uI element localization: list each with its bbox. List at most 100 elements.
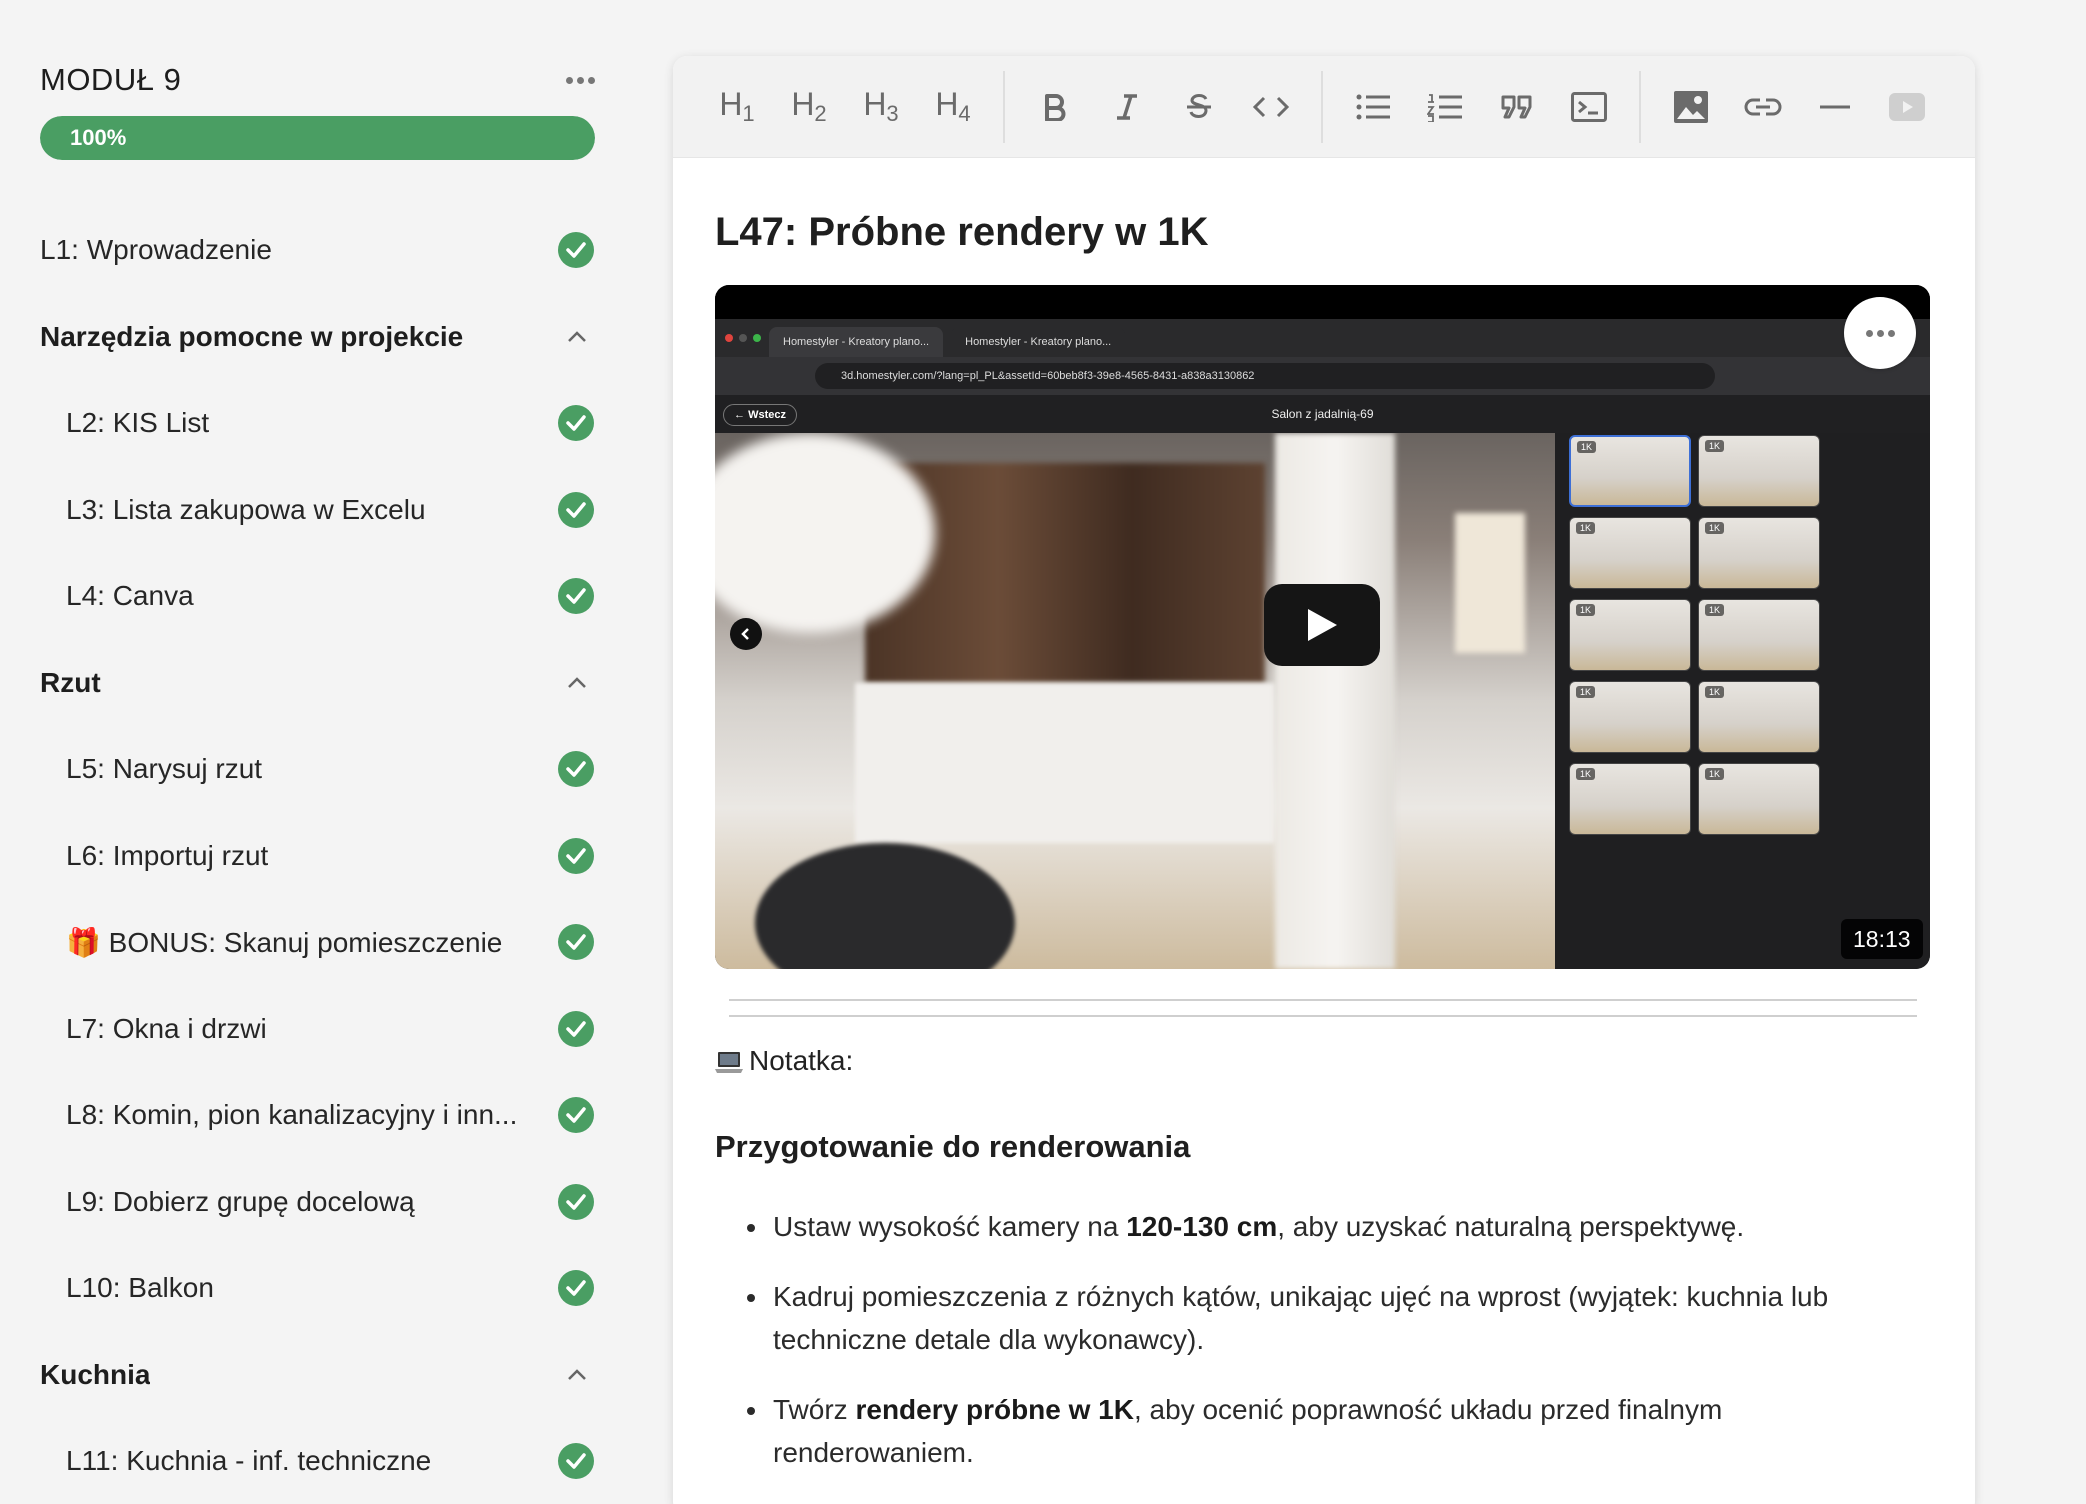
code-block-button[interactable] — [1553, 77, 1625, 137]
insert-video-button[interactable] — [1871, 77, 1943, 137]
bullet-text: , aby uzyskać naturalną perspektywę. — [1277, 1211, 1745, 1242]
check-circle-icon — [558, 1097, 594, 1134]
progress-label: 100% — [70, 125, 127, 150]
nav-lesson-item[interactable]: L10: Balkon — [40, 1245, 595, 1332]
editor-toolbar: H1 H2 H3 H4 — [673, 56, 1975, 158]
resolution-badge: 1K — [1705, 522, 1725, 534]
lesson-label: L4: Canva — [66, 580, 194, 612]
nav-section-header[interactable]: Narzędzia pomocne w projekcie — [40, 294, 595, 381]
render-thumbnail: 1K — [1569, 599, 1691, 671]
horizontal-rule-icon — [1820, 105, 1850, 108]
resolution-badge: 1K — [1705, 686, 1725, 698]
bold-button[interactable] — [1019, 77, 1091, 137]
resolution-badge: 1K — [1576, 604, 1596, 616]
lesson-editor: H1 H2 H3 H4 L47: Próbne rendery w 1K Hom… — [673, 56, 1975, 1504]
toolbar-divider — [1639, 70, 1641, 143]
resolution-badge: 1K — [1576, 522, 1596, 534]
video-browser-tabs: Homestyler - Kreatory plano... Homestyle… — [715, 319, 1930, 357]
nav-lesson-item[interactable]: L8: Komin, pion kanalizacyjny i inn... — [40, 1072, 595, 1159]
nav-lesson-item[interactable]: L2: KIS List — [40, 380, 595, 467]
bullet-item: Ustaw wysokość kamery na 120-130 cm, aby… — [747, 1205, 1887, 1248]
nav-lesson-item[interactable]: L5: Narysuj rzut — [40, 726, 595, 813]
nav-lesson-item[interactable]: L4: Canva — [40, 553, 595, 640]
render-thumbnail: 1K — [1569, 517, 1691, 589]
section-label: Narzędzia pomocne w projekcie — [40, 320, 464, 352]
insert-link-button[interactable] — [1727, 77, 1799, 137]
heading-1-button[interactable]: H1 — [701, 77, 773, 137]
video-play-button[interactable] — [1264, 584, 1380, 666]
horizontal-rule — [729, 999, 1917, 1017]
video-scene-title: Salon z jadalnią-69 — [1271, 407, 1374, 421]
section-label: Kuchnia — [40, 1358, 151, 1390]
lesson-label: L9: Dobierz grupę docelową — [66, 1185, 415, 1217]
bullet-text: Ustaw wysokość kamery na — [773, 1211, 1127, 1242]
nav-section-header[interactable]: Kuchnia — [40, 1332, 595, 1419]
nav-lesson-item[interactable]: L6: Importuj rzut — [40, 813, 595, 900]
italic-button[interactable] — [1091, 77, 1163, 137]
video-prev-arrow-icon — [730, 618, 762, 650]
lesson-label: L6: Importuj rzut — [66, 839, 269, 871]
quote-button[interactable] — [1481, 77, 1553, 137]
video-address-bar: 3d.homestyler.com/?lang=pl_PL&assetId=60… — [715, 357, 1930, 395]
lesson-label: 🎁 BONUS: Skanuj pomieszczenie — [66, 926, 503, 958]
heading-group: H1 H2 H3 H4 — [701, 77, 989, 137]
resolution-badge: 1K — [1577, 441, 1597, 453]
render-thumbnail: 1K — [1698, 681, 1820, 753]
resolution-badge: 1K — [1576, 686, 1596, 698]
lesson-label: L1: Wprowadzenie — [40, 234, 272, 266]
lesson-label: L3: Lista zakupowa w Excelu — [66, 493, 426, 525]
video-browser-tab: Homestyler - Kreatory plano... — [951, 327, 1126, 357]
video-more-options-icon[interactable] — [1844, 297, 1916, 369]
bullet-item: Kadruj pomieszczenia z różnych kątów, un… — [747, 1275, 1887, 1361]
insert-image-button[interactable] — [1655, 77, 1727, 137]
inline-code-button[interactable] — [1235, 77, 1307, 137]
nav-lesson-item[interactable]: L9: Dobierz grupę docelową — [40, 1159, 595, 1246]
chevron-up-icon[interactable] — [559, 665, 595, 701]
nav-lesson-item[interactable]: L3: Lista zakupowa w Excelu — [40, 467, 595, 554]
heading-4-button[interactable]: H4 — [917, 77, 989, 137]
bullet-list-button[interactable] — [1337, 77, 1409, 137]
lesson-label: L11: Kuchnia - inf. techniczne — [66, 1445, 432, 1477]
numbered-list-button[interactable] — [1409, 77, 1481, 137]
check-circle-icon — [558, 578, 594, 615]
chevron-up-icon[interactable] — [559, 319, 595, 355]
video-letterbox — [715, 285, 1930, 319]
chevron-up-icon[interactable] — [559, 1357, 595, 1393]
check-circle-icon — [558, 232, 594, 269]
play-icon — [1308, 609, 1337, 641]
lesson-label: L5: Narysuj rzut — [66, 753, 263, 785]
strikethrough-icon — [1187, 93, 1211, 118]
video-render-thumbnails: 1K 1K 1K 1K 1K 1K 1K 1K 1K 1K — [1555, 433, 1930, 969]
check-circle-icon — [558, 405, 594, 442]
nav-section-header[interactable]: Rzut — [40, 640, 595, 727]
editor-content[interactable]: L47: Próbne rendery w 1K Homestyler - Kr… — [673, 210, 1975, 1474]
section-label: Rzut — [40, 666, 101, 698]
video-icon — [1889, 92, 1925, 121]
video-embed[interactable]: Homestyler - Kreatory plano... Homestyle… — [715, 285, 1930, 969]
quote-icon — [1501, 95, 1532, 118]
heading-3-button[interactable]: H3 — [845, 77, 917, 137]
render-thumbnail: 1K — [1698, 435, 1820, 507]
note-label: Notatka: — [749, 1045, 854, 1076]
bullet-text: Twórz — [773, 1394, 856, 1425]
module-more-icon[interactable] — [566, 69, 595, 92]
render-thumbnail: 1K — [1698, 599, 1820, 671]
nav-lesson-item[interactable]: L7: Okna i drzwi — [40, 986, 595, 1073]
check-circle-icon — [558, 1183, 594, 1220]
nav-lesson-item[interactable]: L1: Wprowadzenie — [40, 207, 595, 294]
strikethrough-button[interactable] — [1163, 77, 1235, 137]
module-progress-bar: 100% — [40, 116, 595, 160]
horizontal-rule-button[interactable] — [1799, 77, 1871, 137]
bullet-list-icon — [1356, 94, 1390, 119]
lesson-label: L7: Okna i drzwi — [66, 1012, 267, 1044]
code-icon — [1252, 96, 1290, 117]
nav-lesson-item[interactable]: L11: Kuchnia - inf. techniczne — [40, 1418, 595, 1504]
resolution-badge: 1K — [1576, 768, 1596, 780]
module-header: MODUŁ 9 — [40, 58, 595, 102]
link-icon — [1744, 98, 1782, 115]
heading-2-button[interactable]: H2 — [773, 77, 845, 137]
nav-lesson-item[interactable]: 🎁 BONUS: Skanuj pomieszczenie — [40, 899, 595, 986]
bullet-bold-text: rendery próbne w 1K — [855, 1394, 1134, 1425]
lesson-label: L10: Balkon — [66, 1272, 214, 1304]
video-app-bar: ← Wstecz Salon z jadalnią-69 — [715, 395, 1930, 433]
